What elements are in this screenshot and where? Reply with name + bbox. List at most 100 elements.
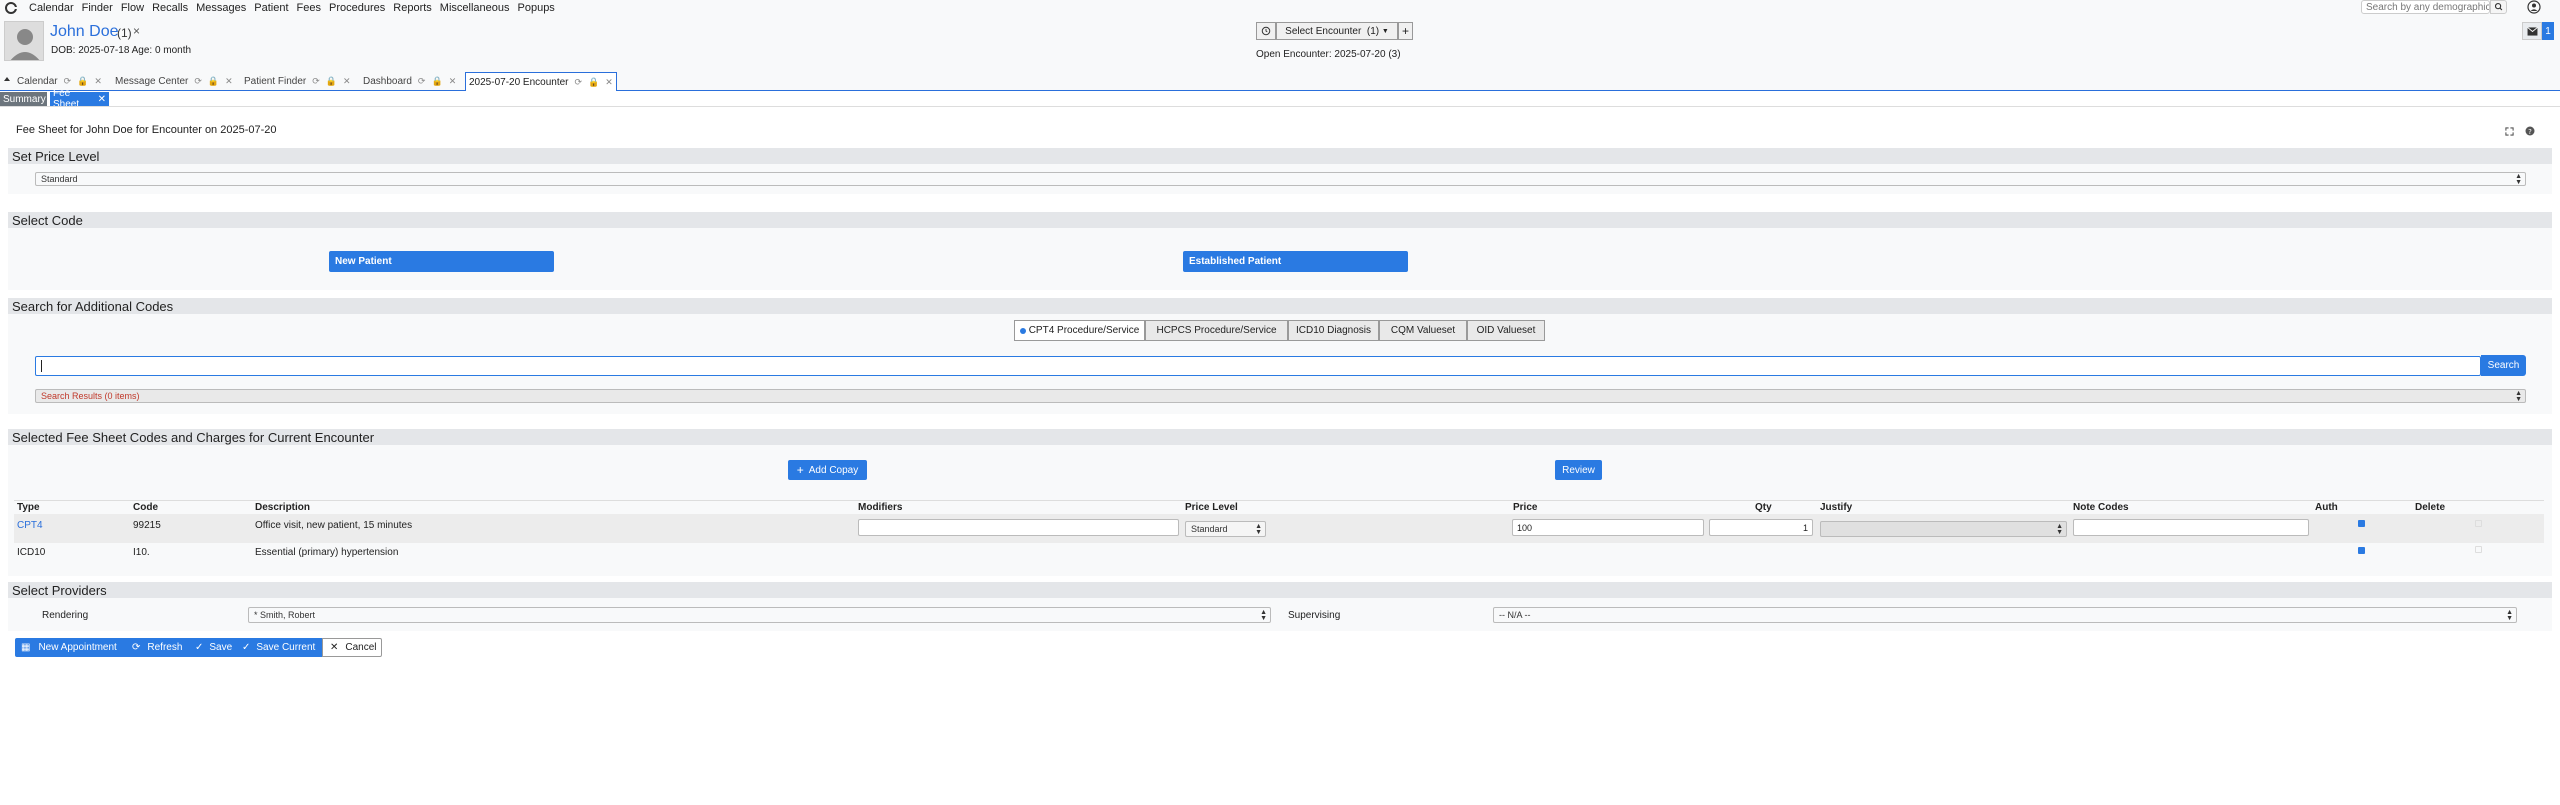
lock-icon[interactable]: 🔒 — [326, 76, 337, 87]
new-patient-button[interactable]: New Patient — [329, 251, 554, 272]
row-delete-checkbox[interactable] — [2475, 546, 2482, 553]
subtab-fee-sheet[interactable]: Fee Sheet ✕ — [50, 88, 109, 110]
refresh-icon[interactable]: ⟳ — [312, 76, 320, 87]
row-auth-checkbox[interactable] — [2358, 520, 2365, 527]
row-justify-select[interactable]: ▲ ▼ — [1820, 521, 2067, 537]
close-icon[interactable]: ✕ — [449, 76, 457, 87]
save-current-button[interactable]: ✓ Save Current — [236, 638, 322, 657]
help-icon[interactable]: ? — [2525, 126, 2535, 136]
tab-label: Message Center — [115, 76, 189, 87]
select-arrows-icon: ▲ ▼ — [1260, 609, 1267, 622]
history-icon — [1261, 26, 1271, 36]
code-type-hcpcs[interactable]: HCPCS Procedure/Service — [1145, 320, 1288, 341]
close-icon[interactable]: ✕ — [605, 77, 613, 88]
new-appointment-label: New Appointment — [38, 642, 117, 653]
refresh-button[interactable]: ⟳ Refresh — [125, 638, 189, 657]
menu-messages[interactable]: Messages — [196, 2, 246, 14]
code-type-icd10[interactable]: ICD10 Diagnosis — [1288, 320, 1379, 341]
established-patient-button[interactable]: Established Patient — [1183, 251, 1408, 272]
menu-recalls[interactable]: Recalls — [152, 2, 188, 14]
save-button[interactable]: ✓ Save — [189, 638, 236, 657]
col-type: Type — [17, 502, 40, 513]
row-type: ICD10 — [17, 547, 46, 558]
select-encounter-dropdown[interactable]: Select Encounter (1) ▼ — [1276, 22, 1398, 40]
lock-icon[interactable]: 🔒 — [77, 76, 88, 87]
menu-calendar[interactable]: Calendar — [29, 2, 74, 14]
row-price-level-value: Standard — [1191, 524, 1228, 534]
row-delete-checkbox[interactable] — [2475, 520, 2482, 527]
code-type-cqm[interactable]: CQM Valueset — [1379, 320, 1467, 341]
menu-popups[interactable]: Popups — [518, 2, 555, 14]
menu-reports[interactable]: Reports — [393, 2, 432, 14]
encounter-history-button[interactable] — [1256, 22, 1276, 40]
menu-procedures[interactable]: Procedures — [329, 2, 385, 14]
main-menu: Calendar Finder Flow Recalls Messages Pa… — [29, 0, 563, 16]
patient-search-input[interactable]: Search by any demographics — [2361, 0, 2490, 14]
lock-icon[interactable]: 🔒 — [588, 77, 599, 88]
close-icon[interactable]: ✕ — [94, 76, 102, 87]
code-type-oid[interactable]: OID Valueset — [1467, 320, 1545, 341]
expand-icon[interactable] — [2505, 127, 2514, 136]
search-button[interactable] — [2490, 0, 2507, 14]
lock-icon[interactable]: 🔒 — [208, 76, 219, 87]
collapse-tabs-icon[interactable] — [3, 75, 11, 83]
cancel-button[interactable]: ✕ Cancel — [322, 638, 382, 657]
lock-icon[interactable]: 🔒 — [431, 76, 442, 87]
select-encounter-count: (1) — [1366, 25, 1380, 37]
tab-encounter[interactable]: 2025-07-20 Encounter ⟳ 🔒 ✕ — [465, 72, 617, 91]
tab-dashboard[interactable]: Dashboard ⟳ 🔒 ✕ — [363, 72, 456, 91]
patient-avatar-icon — [10, 29, 40, 60]
refresh-icon[interactable]: ⟳ — [64, 76, 72, 87]
code-type-label: CPT4 Procedure/Service — [1028, 325, 1140, 336]
code-type-cpt4[interactable]: CPT4 Procedure/Service — [1014, 320, 1145, 341]
price-level-select[interactable]: Standard ▲ ▼ — [35, 172, 2526, 186]
menu-finder[interactable]: Finder — [82, 2, 113, 14]
row-type-link[interactable]: CPT4 — [17, 520, 43, 531]
add-copay-button[interactable]: + Add Copay — [788, 460, 867, 480]
menu-patient[interactable]: Patient — [254, 2, 288, 14]
row-code: 99215 — [133, 520, 161, 531]
review-button[interactable]: Review — [1555, 460, 1602, 480]
close-icon[interactable]: ✕ — [343, 76, 351, 87]
new-appointment-button[interactable]: ▦ New Appointment — [15, 638, 125, 657]
menu-fees[interactable]: Fees — [297, 2, 321, 14]
row-note-codes-input[interactable] — [2073, 519, 2309, 536]
code-search-input[interactable] — [35, 356, 2481, 376]
search-button[interactable]: Search — [2481, 355, 2526, 376]
rendering-provider-select[interactable]: * Smith, Robert ▲ ▼ — [248, 607, 1271, 623]
additional-codes-header: Search for Additional Codes — [8, 298, 2552, 314]
providers-header: Select Providers — [8, 582, 2552, 598]
search-results-select[interactable]: Search Results (0 items) ▲ ▼ — [35, 389, 2526, 403]
close-patient-icon[interactable]: × — [133, 24, 140, 38]
row-auth-checkbox[interactable] — [2358, 547, 2365, 554]
tab-message-center[interactable]: Message Center ⟳ 🔒 ✕ — [115, 72, 233, 91]
col-price-level: Price Level — [1185, 502, 1238, 513]
refresh-icon[interactable]: ⟳ — [575, 77, 583, 88]
notifications-button[interactable]: 1 — [2522, 22, 2554, 40]
row-price-level-select[interactable]: Standard ▲ ▼ — [1185, 521, 1266, 537]
page-title: Fee Sheet for John Doe for Encounter on … — [16, 124, 277, 136]
tab-label: Calendar — [17, 76, 58, 87]
refresh-icon[interactable]: ⟳ — [418, 76, 426, 87]
row-modifiers-input[interactable] — [858, 519, 1179, 536]
supervising-label: Supervising — [1288, 610, 1341, 621]
refresh-icon[interactable]: ⟳ — [194, 76, 202, 87]
row-price-input[interactable]: 100 — [1512, 519, 1704, 536]
close-icon[interactable]: ✕ — [98, 94, 106, 105]
patient-name-link[interactable]: John Doe — [50, 23, 119, 41]
add-encounter-button[interactable]: + — [1398, 22, 1413, 40]
row-qty-input[interactable]: 1 — [1709, 519, 1813, 536]
menu-flow[interactable]: Flow — [121, 2, 144, 14]
col-delete: Delete — [2415, 502, 2446, 513]
patient-count: (1) — [117, 26, 132, 40]
select-encounter-label: Select Encounter — [1285, 25, 1362, 37]
tab-patient-finder[interactable]: Patient Finder ⟳ 🔒 ✕ — [244, 72, 351, 91]
close-icon[interactable]: ✕ — [225, 76, 233, 87]
supervising-provider-select[interactable]: -- N/A -- ▲ ▼ — [1493, 607, 2517, 623]
user-icon[interactable] — [2527, 0, 2541, 14]
menu-miscellaneous[interactable]: Miscellaneous — [440, 2, 510, 14]
subtab-summary[interactable]: Summary — [0, 92, 47, 106]
openemr-logo-icon[interactable] — [5, 2, 17, 14]
select-arrows-icon: ▲ ▼ — [1255, 523, 1262, 536]
search-icon — [2494, 3, 2503, 11]
